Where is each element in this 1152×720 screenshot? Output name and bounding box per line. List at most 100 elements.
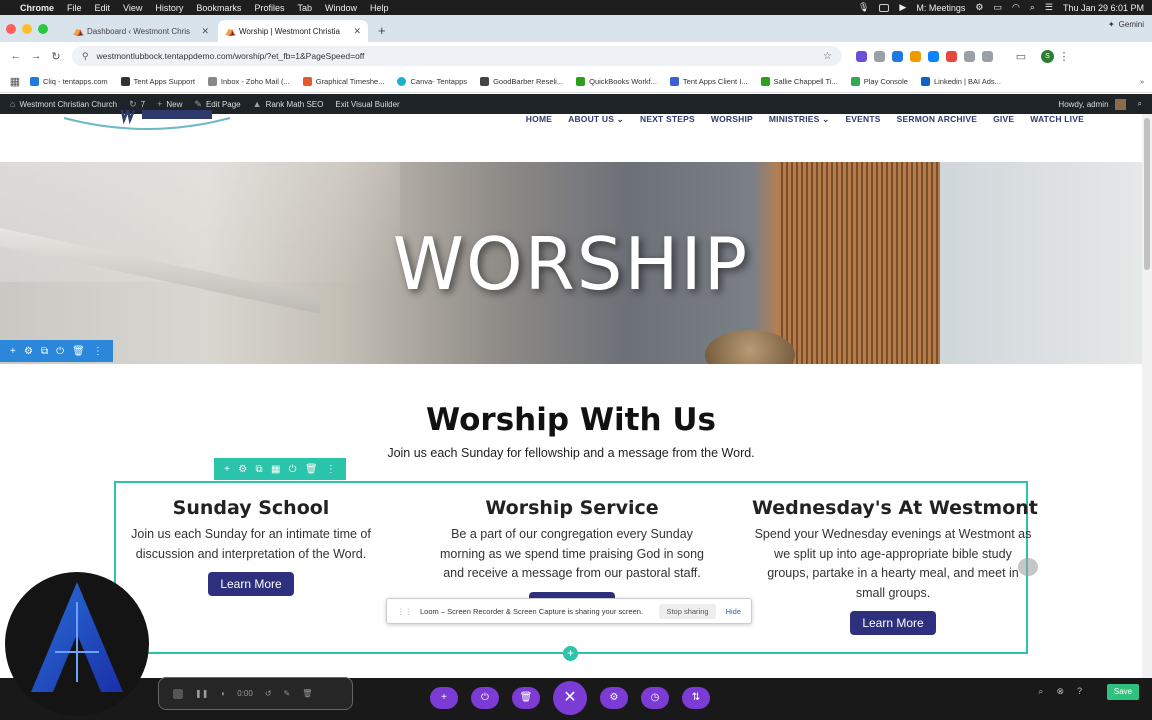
close-tab-icon[interactable]: ✕ (201, 26, 209, 37)
settings-icon[interactable]: ⚙ (238, 464, 247, 475)
zoom-icon[interactable]: ⌕ (1038, 686, 1043, 697)
address-bar[interactable]: ⚲ westmontlubbock.tentappdemo.com/worshi… (72, 46, 842, 66)
more-bookmarks-icon[interactable]: » (1140, 77, 1144, 86)
extension-icon[interactable] (964, 50, 975, 62)
bookmark-item[interactable]: Graphical Timeshe... (302, 76, 384, 86)
stop-sharing-button[interactable]: Stop sharing (659, 603, 716, 619)
bookmark-item[interactable]: Inbox - Zoho Mail (... (207, 76, 290, 86)
search-icon[interactable]: ⌕ (1030, 2, 1035, 13)
admin-site-link[interactable]: ⌂ Westmont Christian Church (10, 99, 117, 109)
menu-file[interactable]: File (67, 3, 82, 13)
wednesdays-learn-more-button[interactable]: Learn More (850, 611, 936, 635)
admin-edit-link[interactable]: ✎ Edit Page (194, 99, 240, 110)
tab-worship[interactable]: ⛺ Worship | Westmont Christia ✕ (218, 20, 368, 42)
wifi-icon[interactable]: ◠ (1012, 2, 1020, 13)
clear-layout-icon[interactable]: 🗑 (512, 687, 540, 709)
help-icon[interactable]: ? (1077, 686, 1082, 697)
sunday-school-learn-more-button[interactable]: Learn More (208, 572, 294, 596)
extension-icon[interactable] (892, 50, 903, 62)
bookmark-item[interactable]: Play Console (850, 76, 908, 86)
mic-icon[interactable]: ◖ (220, 689, 225, 698)
new-tab-icon[interactable]: + (370, 20, 394, 42)
save-button[interactable]: Save (1107, 684, 1139, 700)
nav-ministries[interactable]: MINISTRIES ⌄ (769, 114, 830, 124)
layers-icon[interactable]: ⇅ (682, 687, 710, 709)
duplicate-icon[interactable]: ⧉ (41, 346, 48, 357)
nav-worship[interactable]: WORSHIP (711, 114, 753, 124)
profile-avatar[interactable]: S (1041, 49, 1054, 63)
play-icon[interactable]: ▶ (899, 2, 906, 13)
history-icon[interactable]: ◷ (641, 687, 669, 709)
nav-events[interactable]: EVENTS (845, 114, 880, 124)
exit-builder-link[interactable]: Exit Visual Builder (335, 100, 399, 109)
stop-record-icon[interactable] (173, 688, 183, 699)
clock[interactable]: Thu Jan 29 6:01 PM (1063, 3, 1144, 13)
site-info-icon[interactable]: ⚲ (82, 51, 89, 62)
apps-grid-icon[interactable]: ▦ (8, 75, 22, 88)
extensions-puzzle-icon[interactable] (982, 50, 993, 62)
menu-help[interactable]: Help (370, 3, 389, 13)
draw-icon[interactable]: ✎ (284, 689, 291, 698)
site-logo[interactable] (62, 110, 232, 136)
nav-home[interactable]: HOME (526, 114, 552, 124)
more-icon[interactable]: ⋮ (326, 464, 336, 475)
bookmark-item[interactable]: Cliq - tentapps.com (30, 76, 108, 86)
menu-tab[interactable]: Tab (297, 3, 312, 13)
toggle-icon[interactable]: ⏻ (56, 346, 64, 357)
scrollbar-thumb[interactable] (1144, 118, 1150, 270)
back-icon[interactable]: ← (6, 50, 26, 62)
trash-icon[interactable]: 🗑 (302, 689, 312, 698)
columns-icon[interactable]: ▦ (271, 464, 280, 475)
menu-view[interactable]: View (123, 3, 142, 13)
screen-share-icon[interactable] (879, 3, 890, 12)
page-scrollbar[interactable] (1142, 114, 1152, 678)
close-tab-icon[interactable]: ✕ (353, 26, 361, 37)
menu-edit[interactable]: Edit (95, 3, 111, 13)
portability-icon[interactable]: ⏻ (471, 687, 499, 709)
menu-window[interactable]: Window (325, 3, 357, 13)
hide-button[interactable]: Hide (726, 607, 741, 616)
pause-icon[interactable]: ❚❚ (195, 689, 208, 698)
toggle-icon[interactable]: ⏻ (289, 464, 297, 475)
admin-new-link[interactable]: + New (157, 99, 182, 109)
control-center-icon[interactable]: ☰ (1045, 2, 1053, 13)
menu-app[interactable]: Chrome (20, 3, 54, 13)
close-window-icon[interactable] (6, 23, 16, 34)
nav-sermon-archive[interactable]: SERMON ARCHIVE (897, 114, 977, 124)
bookmark-item[interactable]: QuickBooks Workf... (576, 76, 657, 86)
bookmark-item[interactable]: Linkedin | BAI Ads... (920, 76, 1001, 86)
menu-bookmarks[interactable]: Bookmarks (196, 3, 241, 13)
trash-icon[interactable]: 🗑 (72, 346, 85, 357)
close-builder-icon[interactable]: ✕ (553, 681, 587, 715)
nav-give[interactable]: GIVE (993, 114, 1014, 124)
settings-icon[interactable]: ⚙ (975, 2, 983, 13)
add-icon[interactable]: + (10, 346, 16, 357)
duplicate-icon[interactable]: ⧉ (256, 464, 263, 475)
extension-icon[interactable] (874, 50, 885, 62)
battery-icon[interactable]: ▭ (993, 2, 1002, 13)
trash-icon[interactable]: 🗑 (305, 464, 318, 475)
extension-icon[interactable] (946, 50, 957, 62)
admin-seo-link[interactable]: ▲ Rank Math SEO (253, 99, 324, 109)
add-icon[interactable]: + (224, 464, 230, 475)
extension-icon[interactable] (928, 50, 939, 62)
extension-icon[interactable] (856, 50, 867, 62)
menu-history[interactable]: History (155, 3, 183, 13)
tab-dashboard[interactable]: ⛺ Dashboard ‹ Westmont Chris ✕ (66, 20, 216, 42)
side-panel-icon[interactable]: ▭ (1011, 50, 1031, 63)
forward-icon[interactable]: → (26, 50, 46, 62)
admin-updates-link[interactable]: ↻ 7 (129, 99, 145, 110)
reload-icon[interactable]: ↻ (46, 50, 66, 63)
mic-icon[interactable]: 🎙 (858, 2, 869, 13)
menu-profiles[interactable]: Profiles (254, 3, 284, 13)
nav-watch-live[interactable]: WATCH LIVE (1030, 114, 1084, 124)
gemini-button[interactable]: ✦ Gemini (1108, 20, 1144, 29)
kebab-menu-icon[interactable]: ⋮ (1054, 50, 1074, 63)
bookmark-item[interactable]: Canva- Tentapps (397, 76, 467, 86)
admin-account[interactable]: Howdy, admin ⌕ (1058, 98, 1142, 110)
webcam-bubble[interactable] (5, 572, 149, 716)
meetings-status[interactable]: M: Meetings (916, 3, 965, 13)
restart-icon[interactable]: ↺ (265, 689, 272, 698)
extension-icon[interactable] (910, 50, 921, 62)
page-settings-icon[interactable]: ⚙ (600, 687, 628, 709)
